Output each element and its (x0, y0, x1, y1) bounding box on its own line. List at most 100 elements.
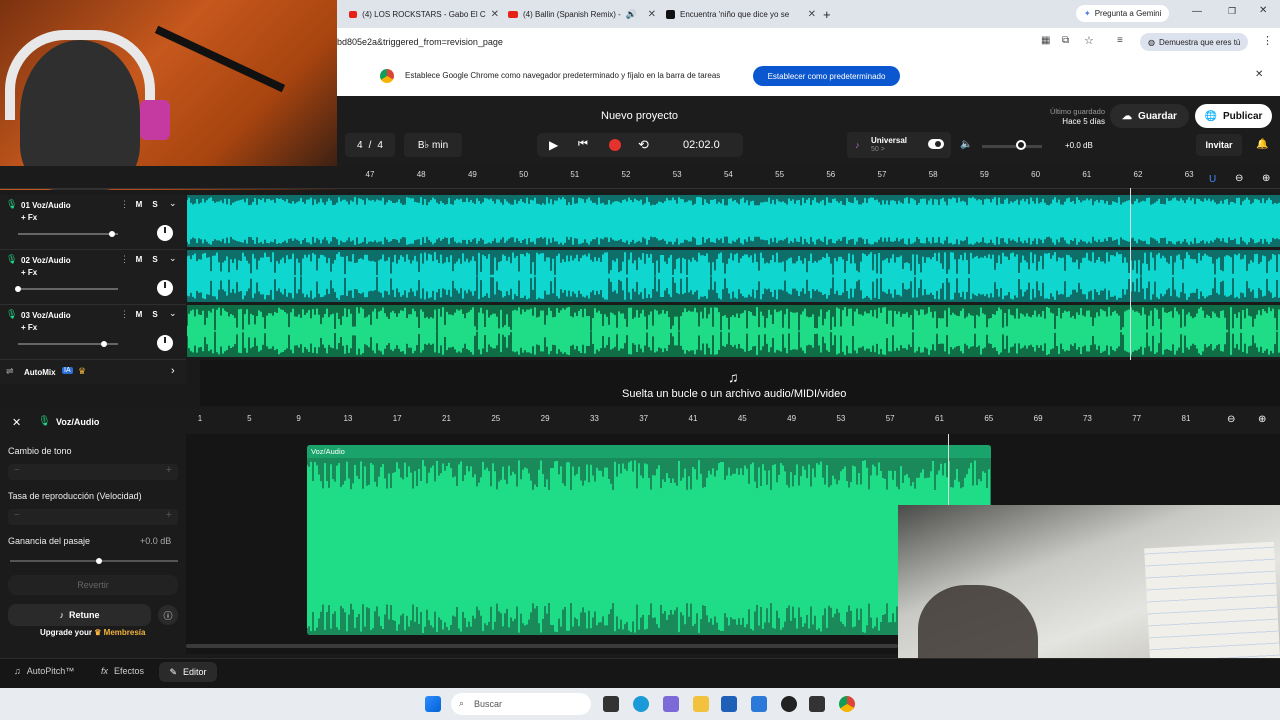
track-header[interactable]: 🎙 02 Voz/Audio + Fx ⋮ M S ⌄ (0, 250, 186, 305)
tab-autopitch[interactable]: ♫ AutoPitch™ (14, 666, 74, 676)
copilot-icon[interactable] (663, 696, 679, 712)
reader-icon[interactable]: ▦ (1041, 35, 1050, 46)
close-tab-icon[interactable]: ✕ (648, 9, 656, 20)
close-editor-icon[interactable]: ✕ (12, 416, 21, 429)
zoom-in-icon[interactable]: ⊕ (1258, 414, 1266, 425)
timeline-ruler-top[interactable]: 47 48 49 50 51 52 53 54 55 56 57 58 59 60 61 62 63 (0, 166, 1280, 189)
automix-row[interactable]: ⇌ AutoMix IA ♛ › (0, 360, 186, 384)
magnet-icon[interactable]: U (1209, 174, 1216, 185)
skip-back-icon[interactable]: ⏮ (578, 138, 588, 151)
volume-handle[interactable] (109, 231, 115, 237)
track-3-waveform[interactable] (187, 305, 1280, 357)
taskbar-search[interactable]: ⌕ Buscar (451, 693, 591, 715)
info-icon[interactable]: ⓘ (158, 605, 178, 625)
zoom-out-icon[interactable]: ⊖ (1227, 414, 1235, 425)
pan-knob[interactable] (157, 225, 173, 241)
loop-icon[interactable]: ⟲ (638, 137, 649, 153)
master-volume-slider[interactable] (982, 140, 1042, 150)
chevron-down-icon[interactable]: ⌄ (169, 253, 177, 264)
app-icon-2[interactable] (809, 696, 825, 712)
set-default-button[interactable]: Establecer como predeterminado (753, 66, 900, 86)
track-1-waveform[interactable] (187, 195, 1280, 247)
close-tab-icon[interactable]: ✕ (808, 9, 816, 20)
track-volume-slider[interactable] (18, 341, 118, 347)
solo-button[interactable]: S (149, 309, 161, 321)
invite-button[interactable]: Invitar (1196, 134, 1242, 156)
mute-button[interactable]: M (133, 254, 145, 266)
track-menu-icon[interactable]: ⋮ (120, 199, 129, 210)
minimize-button[interactable]: — (1192, 6, 1202, 17)
track-header[interactable]: 🎙 01 Voz/Audio + Fx ⋮ M S ⌄ (0, 195, 186, 250)
add-fx-button[interactable]: + Fx (21, 323, 37, 332)
track-name[interactable]: 03 Voz/Audio (21, 311, 71, 320)
close-window-button[interactable]: ✕ (1259, 5, 1267, 16)
tab-effects[interactable]: fx Efectos (101, 666, 144, 676)
solo-button[interactable]: S (149, 254, 161, 266)
chrome-taskbar-icon[interactable] (839, 696, 855, 712)
outlook-icon[interactable] (751, 696, 767, 712)
track-menu-icon[interactable]: ⋮ (120, 254, 129, 265)
track-2-waveform[interactable] (187, 250, 1280, 302)
add-fx-button[interactable]: + Fx (21, 268, 37, 277)
close-banner-icon[interactable]: ✕ (1255, 69, 1263, 80)
play-icon[interactable]: ▶ (549, 138, 558, 152)
install-icon[interactable]: ⧉ (1062, 35, 1069, 46)
volume-handle[interactable] (15, 286, 21, 292)
track-volume-slider[interactable] (18, 231, 118, 237)
volume-icon[interactable]: 🔈 (960, 139, 972, 150)
revert-button[interactable]: Revertir (8, 575, 178, 595)
bookmark-star-icon[interactable]: ☆ (1084, 34, 1094, 47)
chevron-down-icon[interactable]: ⌄ (169, 308, 177, 319)
zoom-out-top-icon[interactable]: ⊖ (1235, 173, 1243, 184)
metronome-toggle[interactable] (928, 139, 944, 149)
browser-tab[interactable]: (4) Ballin (Spanish Remix) - 🔊 ✕ (508, 4, 656, 24)
track-volume-slider[interactable] (15, 286, 118, 292)
add-fx-button[interactable]: + Fx (21, 213, 37, 222)
chrome-menu-icon[interactable]: ⋮ (1262, 34, 1273, 47)
track-header[interactable]: 🎙 03 Voz/Audio + Fx ⋮ M S ⌄ (0, 305, 186, 360)
profile-button[interactable]: ◍ Demuestra que eres tú (1140, 33, 1249, 51)
store-icon[interactable] (721, 696, 737, 712)
pan-knob[interactable] (157, 335, 173, 351)
new-tab-button[interactable]: + (823, 4, 837, 24)
timeline-ruler-bottom[interactable]: 1 5 9 13 17 21 25 29 33 37 41 45 49 53 57 61 65 69 73 77 81 (186, 408, 1280, 435)
track-name[interactable]: 01 Voz/Audio (21, 201, 71, 210)
key-selector[interactable]: B♭ min (404, 133, 462, 157)
drop-zone[interactable]: ♫ Suelta un bucle o un archivo audio/MID… (200, 360, 1280, 406)
browser-tab[interactable]: Encuentra 'niño que dice yo se ✕ (666, 4, 816, 24)
instrument-panel[interactable]: ♪ Universal 50 > (847, 132, 951, 158)
browser-tab[interactable]: (4) LOS ROCKSTARS - Gabo El C ✕ (349, 4, 499, 24)
tab-editor[interactable]: ✎ Editor (159, 662, 217, 682)
track-name[interactable]: 02 Voz/Audio (21, 256, 71, 265)
track-menu-icon[interactable]: ⋮ (120, 309, 129, 320)
pan-knob[interactable] (157, 280, 173, 296)
pitch-stepper[interactable]: − + (8, 464, 178, 480)
time-signature[interactable]: 4/4 (345, 133, 395, 157)
solo-button[interactable]: S (149, 199, 161, 211)
publish-button[interactable]: 🌐 Publicar (1195, 104, 1272, 128)
horizontal-scrollbar[interactable] (186, 644, 898, 648)
volume-handle[interactable] (101, 341, 107, 347)
maximize-button[interactable]: ❐ (1228, 6, 1236, 17)
gain-handle[interactable] (96, 558, 103, 564)
retune-button[interactable]: ♪ Retune (8, 604, 151, 626)
project-title[interactable]: Nuevo proyecto (601, 110, 678, 122)
volume-handle[interactable] (1016, 140, 1026, 150)
chevron-right-icon[interactable]: › (171, 365, 175, 377)
gemini-button[interactable]: ✦ Pregunta a Gemini (1076, 5, 1170, 22)
edge-icon[interactable] (633, 696, 649, 712)
mute-button[interactable]: M (133, 199, 145, 211)
windows-start-icon[interactable] (425, 696, 441, 712)
gain-slider[interactable] (10, 558, 178, 564)
audio-clip[interactable]: Voz/Audio (307, 445, 991, 635)
rate-stepper[interactable]: − + (8, 509, 178, 525)
save-button[interactable]: ☁ Guardar (1110, 104, 1189, 128)
bell-icon[interactable]: 🔔 (1256, 139, 1268, 150)
record-icon[interactable] (609, 139, 621, 151)
task-view-icon[interactable] (603, 696, 619, 712)
file-explorer-icon[interactable] (693, 696, 709, 712)
zoom-in-top-icon[interactable]: ⊕ (1262, 173, 1270, 184)
mute-button[interactable]: M (133, 309, 145, 321)
reading-list-icon[interactable]: ≡ (1117, 35, 1123, 46)
close-tab-icon[interactable]: ✕ (491, 9, 499, 20)
